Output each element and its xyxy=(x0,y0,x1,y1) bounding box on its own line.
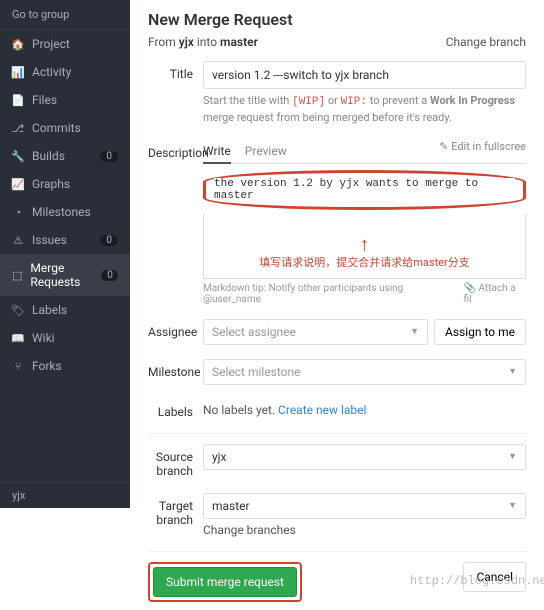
title-hint: Start the title with [WIP] or WIP: to pr… xyxy=(203,93,526,126)
wiki-icon: 📖 xyxy=(12,332,24,345)
target-branch-select[interactable]: master▼ xyxy=(203,493,526,519)
sidebar-item-merge-requests[interactable]: ⬚ Merge Requests0 xyxy=(0,254,130,296)
sidebar-item-label: Issues xyxy=(32,233,67,247)
sidebar-item-milestones[interactable]: ◔ Milestones xyxy=(0,198,130,226)
description-highlight: the version 1.2 by yjx wants to merge to… xyxy=(203,170,526,210)
milestones-icon: ◔ xyxy=(12,206,24,219)
annotation-text: 填写请求说明，提交合并请求给master分支 xyxy=(212,254,517,270)
arrow-up-icon: ↑ xyxy=(212,234,517,254)
sidebar-item-label: Milestones xyxy=(32,205,91,219)
graphs-icon: 📈 xyxy=(12,178,24,191)
source-branch-select[interactable]: yjx▼ xyxy=(203,444,526,470)
sidebar-item-activity[interactable]: 📊 Activity xyxy=(0,58,130,86)
cancel-button[interactable]: Cancel xyxy=(463,562,526,592)
change-branches-link[interactable]: Change branches xyxy=(203,523,526,537)
sidebar-item-label: Activity xyxy=(32,65,71,79)
go-to-group[interactable]: Go to group xyxy=(0,0,130,30)
sidebar-badge: 0 xyxy=(100,235,118,246)
tab-write[interactable]: Write xyxy=(203,140,231,164)
sidebar-item-graphs[interactable]: 📈 Graphs xyxy=(0,170,130,198)
milestone-select[interactable]: Select milestone▼ xyxy=(203,359,526,385)
sidebar-item-wiki[interactable]: 📖 Wiki xyxy=(0,324,130,352)
title-label: Title xyxy=(148,61,203,126)
chevron-down-icon: ▼ xyxy=(508,366,517,377)
sidebar-item-label: Labels xyxy=(32,303,67,317)
builds-icon: 🔧 xyxy=(12,150,24,163)
sidebar-item-label: Project xyxy=(32,37,70,51)
chevron-down-icon: ▼ xyxy=(508,451,517,462)
source-branch-label: Source branch xyxy=(148,444,203,479)
sidebar-item-labels[interactable]: 🏷 Labels xyxy=(0,296,130,324)
annotation-area: ↑ 填写请求说明，提交合并请求给master分支 xyxy=(203,214,526,279)
from-line: From yjx into master xyxy=(148,35,258,49)
merge-requests-icon: ⬚ xyxy=(12,269,22,282)
sidebar-item-builds[interactable]: 🔧 Builds 0 xyxy=(0,142,130,170)
files-icon: 📄 xyxy=(12,94,24,107)
milestone-label: Milestone xyxy=(148,359,203,385)
sidebar-badge: 0 xyxy=(100,151,118,162)
create-label-link[interactable]: Create new label xyxy=(278,403,366,417)
description-textarea[interactable]: the version 1.2 by yjx wants to merge to… xyxy=(214,178,515,198)
labels-icon: 🏷 xyxy=(12,304,24,317)
assignee-label: Assignee xyxy=(148,319,203,345)
sidebar-item-files[interactable]: 📄 Files xyxy=(0,86,130,114)
title-input[interactable] xyxy=(203,61,526,89)
sidebar-item-commits[interactable]: ⎇ Commits xyxy=(0,114,130,142)
sidebar-item-label: Graphs xyxy=(32,177,70,191)
sidebar-item-project[interactable]: 🏠 Project xyxy=(0,30,130,58)
edit-fullscreen[interactable]: ✎ Edit in fullscree xyxy=(439,140,526,163)
assign-to-me-button[interactable]: Assign to me xyxy=(434,319,526,345)
description-label: Description xyxy=(148,140,203,305)
sidebar-item-issues[interactable]: ⚠ Issues 0 xyxy=(0,226,130,254)
submit-highlight: Submit merge request xyxy=(148,562,302,602)
tab-preview[interactable]: Preview xyxy=(245,140,287,163)
chevron-down-icon: ▼ xyxy=(410,326,419,337)
chevron-down-icon: ▼ xyxy=(508,500,517,511)
assignee-select[interactable]: Select assignee▼ xyxy=(203,319,428,345)
sidebar-item-label: Files xyxy=(32,93,57,107)
labels-text: No labels yet. xyxy=(203,403,278,417)
sidebar-item-label: Merge Requests xyxy=(30,261,101,289)
project-icon: 🏠 xyxy=(12,38,24,51)
sidebar-item-label: Commits xyxy=(32,121,81,135)
sidebar-item-label: Forks xyxy=(32,359,62,373)
commits-icon: ⎇ xyxy=(12,122,24,135)
target-branch-label: Target branch xyxy=(148,493,203,537)
submit-merge-request-button[interactable]: Submit merge request xyxy=(153,567,297,597)
labels-label: Labels xyxy=(148,399,203,419)
sidebar-item-label: Builds xyxy=(32,149,65,163)
sidebar-item-label: Wiki xyxy=(32,331,55,345)
sidebar-footer: yjx xyxy=(0,482,130,508)
change-branch-link[interactable]: Change branch xyxy=(446,35,526,49)
activity-icon: 📊 xyxy=(12,66,24,79)
page-title: New Merge Request xyxy=(148,10,526,29)
markdown-hint: Markdown tip: Notify other participants … xyxy=(203,283,464,305)
attach-file[interactable]: 📎 Attach a fil xyxy=(464,283,526,305)
forks-icon: ⑂ xyxy=(12,360,24,373)
issues-icon: ⚠ xyxy=(12,234,24,247)
sidebar-item-forks[interactable]: ⑂ Forks xyxy=(0,352,130,380)
sidebar-badge: 0 xyxy=(101,270,118,281)
